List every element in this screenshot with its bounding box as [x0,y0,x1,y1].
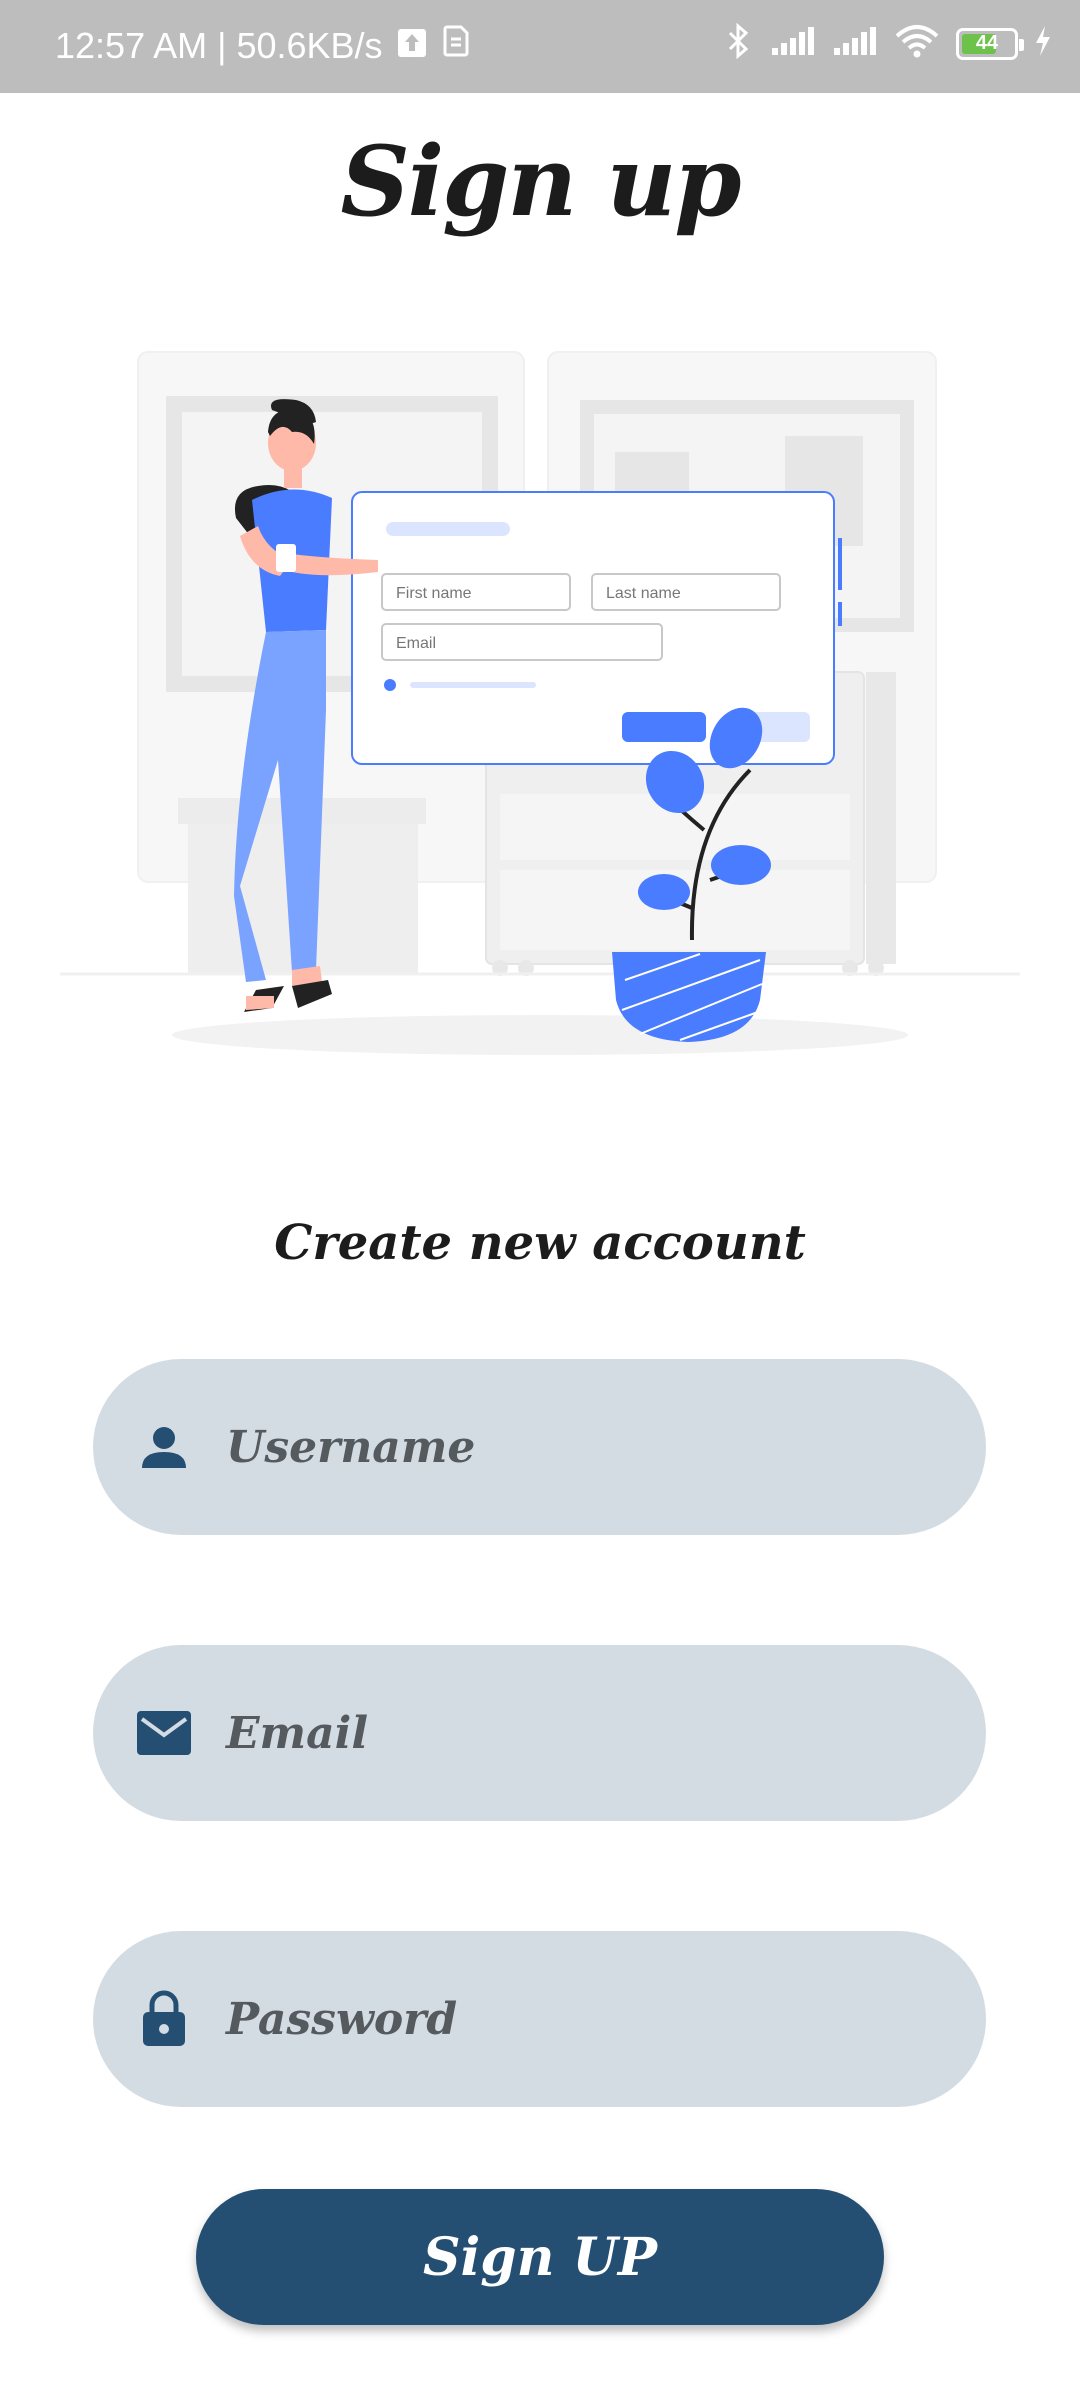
illustration-first-name: First name [396,585,472,602]
password-field[interactable]: Password [93,1931,986,2107]
upload-icon [397,25,427,67]
password-placeholder: Password [226,1993,458,2045]
battery-icon: 44 [956,27,1024,60]
person-icon [133,1416,195,1478]
lock-icon [133,1988,195,2050]
signup-button[interactable]: Sign UP [196,2189,884,2325]
illustration-email: Email [396,635,436,652]
mail-icon [133,1702,195,1764]
sim-icon [441,24,471,67]
status-right: 44 [724,22,1052,65]
status-left: 12:57 AM | 50.6KB/s [55,24,471,67]
battery-level: 44 [975,32,999,54]
email-field[interactable]: Email [93,1645,986,1821]
signup-button-label: Sign UP [422,2226,658,2288]
illustration-last-name: Last name [606,585,681,602]
wifi-icon [894,24,940,63]
charging-icon [1034,25,1052,62]
create-account-heading: Create new account [274,1215,806,1271]
signal-icon-1 [770,26,816,61]
username-placeholder: Username [226,1421,476,1473]
status-bar: 12:57 AM | 50.6KB/s 44 [0,0,1080,93]
username-field[interactable]: Username [93,1359,986,1535]
page-title: Sign up [340,125,741,238]
signup-illustration: First name Last name Email [60,340,1020,1070]
bluetooth-icon [724,22,754,65]
email-placeholder: Email [226,1707,369,1759]
status-time-speed: 12:57 AM | 50.6KB/s [55,24,383,66]
signal-icon-2 [832,26,878,61]
